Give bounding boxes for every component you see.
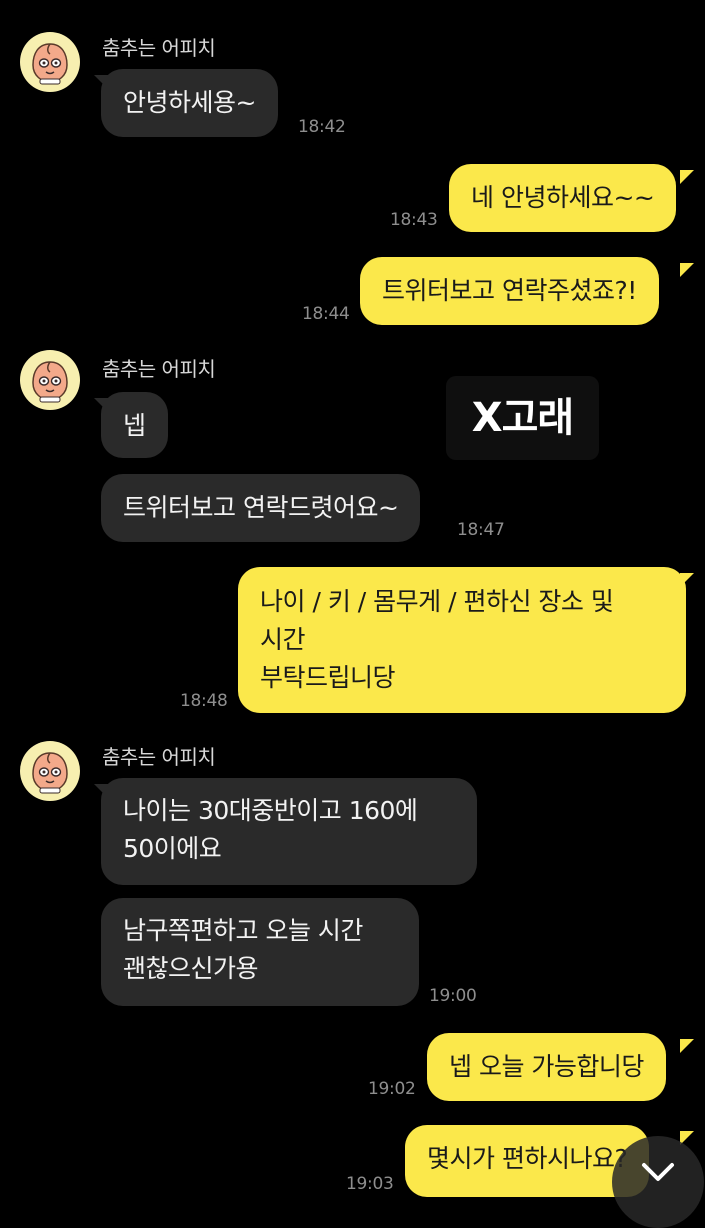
message-time: 19:03 (346, 1174, 394, 1194)
sender-name: 춤추는 어피치 (102, 36, 216, 60)
outgoing-message[interactable]: 트위터보고 연락주셨죠?! (360, 257, 659, 325)
message-time: 19:02 (368, 1079, 416, 1099)
overlay-label: X고래 (446, 376, 599, 460)
outgoing-message[interactable]: 나이 / 키 / 몸무게 / 편하신 장소 및 시간 부탁드립니당 (238, 567, 686, 713)
incoming-message[interactable]: 남구쪽편하고 오늘 시간 괜찮으신가용 (101, 898, 419, 1006)
bubble-tail (680, 263, 694, 277)
bubble-tail (680, 1039, 694, 1053)
message-time: 18:48 (180, 691, 228, 711)
bubble-tail (680, 573, 694, 587)
bubble-tail (94, 75, 108, 89)
incoming-message[interactable]: 넵 (101, 392, 168, 458)
outgoing-message[interactable]: 넵 오늘 가능합니당 (427, 1033, 666, 1101)
message-time: 18:47 (457, 520, 505, 540)
incoming-message[interactable]: 나이는 30대중반이고 160에 50이에요 (101, 778, 477, 885)
bubble-tail (94, 784, 108, 798)
incoming-message[interactable]: 트위터보고 연락드렷어요~ (101, 474, 421, 542)
message-time: 19:00 (429, 986, 477, 1006)
avatar-apeach-icon[interactable] (20, 32, 80, 92)
scroll-to-bottom-button[interactable] (612, 1136, 704, 1228)
incoming-message[interactable]: 안녕하세용~ (101, 69, 278, 137)
bubble-tail (94, 398, 108, 412)
sender-name: 춤추는 어피치 (102, 745, 216, 769)
message-time: 18:44 (302, 304, 350, 324)
sender-name: 춤추는 어피치 (102, 357, 216, 381)
message-time: 18:42 (298, 117, 346, 137)
avatar-apeach-icon[interactable] (20, 350, 80, 410)
bubble-tail (680, 170, 694, 184)
message-time: 18:43 (390, 210, 438, 230)
outgoing-message[interactable]: 네 안녕하세요~~ (449, 164, 677, 232)
avatar-apeach-icon[interactable] (20, 741, 80, 801)
